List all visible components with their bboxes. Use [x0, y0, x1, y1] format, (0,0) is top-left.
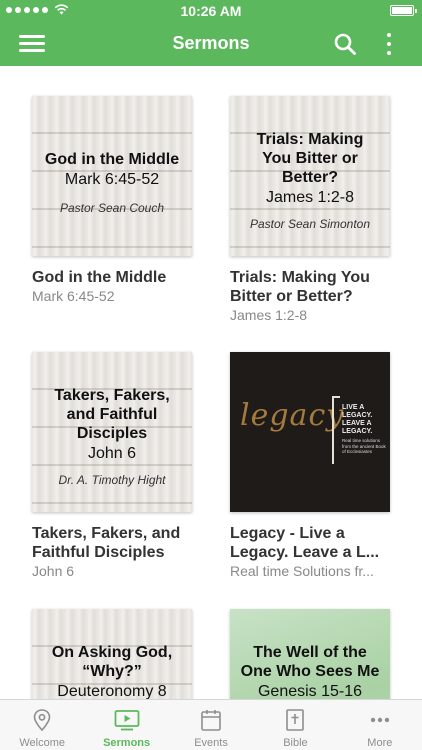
- tab-label: Welcome: [19, 737, 66, 749]
- tab-more[interactable]: More: [338, 700, 422, 750]
- sermon-card[interactable]: Takers, Fakers, and Faithful Disciples J…: [32, 352, 197, 580]
- search-icon[interactable]: [333, 32, 357, 56]
- location-pin-icon: [33, 709, 51, 732]
- legacy-script-logo: legacy: [240, 398, 345, 433]
- navigation-bar: Sermons: [0, 22, 422, 66]
- sermon-thumbnail: God in the Middle Mark 6:45-52 Pastor Se…: [32, 96, 192, 256]
- thumbnail-pastor: Pastor Sean Simonton: [249, 217, 371, 231]
- tv-play-icon: [114, 710, 140, 731]
- thumbnail-title: On Asking God, “Why?”: [51, 644, 173, 680]
- sermon-scripture: James 1:2-8: [230, 307, 308, 323]
- thumbnail-text: God in the Middle Mark 6:45-52 Pastor Se…: [32, 150, 192, 215]
- status-bar: 10:26 AM: [0, 0, 422, 22]
- thumbnail-scripture: Deuteronomy 8: [57, 683, 167, 699]
- sermon-card[interactable]: The Well of the One Who Sees Me Genesis …: [230, 609, 395, 699]
- sermon-title: Takers, Fakers, and Faithful Disciples: [32, 525, 181, 561]
- legacy-description: Real time solutions from the ancient Boo…: [342, 438, 386, 454]
- tab-welcome[interactable]: Welcome: [0, 700, 84, 750]
- thumbnail-pastor: Pastor Sean Couch: [59, 201, 165, 215]
- sermon-title: Legacy - Live a Legacy. Leave a L...: [230, 525, 380, 561]
- legacy-tagline: LIVE A LEGACY. LEAVE A LEGACY.: [342, 404, 373, 435]
- sermon-thumbnail: Takers, Fakers, and Faithful Disciples J…: [32, 352, 192, 512]
- thumbnail-text: The Well of the One Who Sees Me Genesis …: [230, 643, 390, 699]
- thumbnail-scripture: John 6: [87, 445, 137, 462]
- thumbnail-pastor: Dr. A. Timothy Hight: [58, 473, 166, 487]
- vertical-more-icon[interactable]: [382, 31, 396, 57]
- tab-sermons[interactable]: Sermons: [84, 700, 168, 750]
- legacy-bracket: [332, 396, 340, 464]
- tab-label: Bible: [283, 737, 308, 749]
- calendar-icon: [201, 710, 221, 731]
- thumbnail-text: Trials: Making You Bitter or Better? Jam…: [230, 130, 390, 231]
- tab-bar: Welcome Sermons Events Bible More: [0, 699, 422, 750]
- thumbnail-title: Trials: Making You Bitter or Better?: [256, 131, 364, 186]
- sermon-card[interactable]: God in the Middle Mark 6:45-52 Pastor Se…: [32, 96, 197, 305]
- thumbnail-title: The Well of the One Who Sees Me: [240, 644, 380, 680]
- tab-bible[interactable]: Bible: [253, 700, 337, 750]
- sermon-card[interactable]: legacy LIVE A LEGACY. LEAVE A LEGACY. Re…: [230, 352, 395, 580]
- tab-label: More: [367, 737, 393, 749]
- page-title: Sermons: [172, 33, 250, 53]
- sermon-scripture: Real time Solutions fr...: [230, 563, 374, 579]
- sermon-thumbnail: Trials: Making You Bitter or Better? Jam…: [230, 96, 390, 256]
- tab-events[interactable]: Events: [169, 700, 253, 750]
- tab-label: Events: [194, 737, 228, 749]
- sermon-thumbnail: The Well of the One Who Sees Me Genesis …: [230, 609, 390, 699]
- sermon-scripture: Mark 6:45-52: [32, 288, 115, 304]
- ellipsis-icon: [370, 717, 390, 723]
- thumbnail-title: Takers, Fakers, and Faithful Disciples: [54, 387, 170, 442]
- thumbnail-scripture: Mark 6:45-52: [64, 171, 160, 188]
- thumbnail-text: On Asking God, “Why?” Deuteronomy 8: [32, 643, 192, 699]
- sermon-thumbnail: On Asking God, “Why?” Deuteronomy 8: [32, 609, 192, 699]
- sermon-thumbnail: legacy LIVE A LEGACY. LEAVE A LEGACY. Re…: [230, 352, 390, 512]
- sermon-title: Trials: Making You Bitter or Better?: [230, 269, 370, 305]
- sermon-card[interactable]: On Asking God, “Why?” Deuteronomy 8: [32, 609, 197, 699]
- status-time: 10:26 AM: [180, 3, 242, 19]
- battery-icon: [390, 5, 417, 16]
- thumbnail-scripture: James 1:2-8: [265, 189, 355, 206]
- sermon-grid: God in the Middle Mark 6:45-52 Pastor Se…: [0, 66, 422, 699]
- thumbnail-text: Takers, Fakers, and Faithful Disciples J…: [32, 386, 192, 487]
- sermon-title: God in the Middle: [32, 269, 167, 286]
- sermon-scripture: John 6: [32, 563, 75, 579]
- tab-label: Sermons: [103, 737, 151, 749]
- sermon-card[interactable]: Trials: Making You Bitter or Better? Jam…: [230, 96, 395, 324]
- bible-cross-icon: [286, 709, 305, 731]
- thumbnail-title: God in the Middle: [44, 151, 180, 168]
- thumbnail-scripture: Genesis 15-16: [257, 683, 363, 699]
